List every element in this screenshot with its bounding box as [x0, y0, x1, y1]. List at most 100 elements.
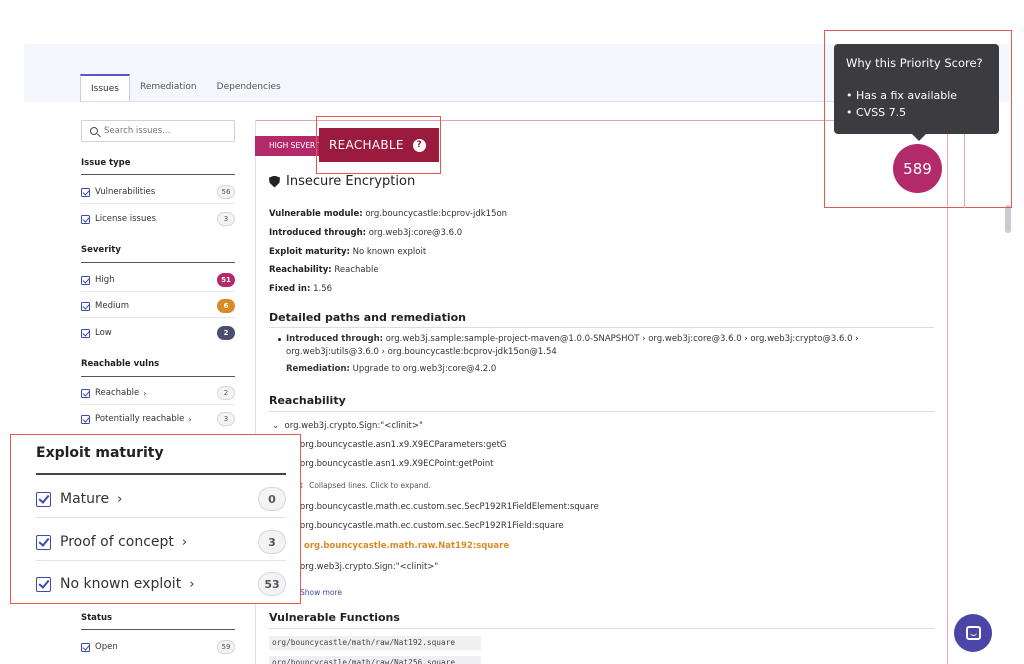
filter-label: Medium: [95, 301, 129, 311]
divider: [81, 317, 235, 318]
call-root[interactable]: ⌄ org.web3j.crypto.Sign:"<clinit>": [272, 421, 423, 431]
filter-label: Vulnerabilities: [95, 187, 156, 197]
meta-introduced-through: Introduced through: org.web3j:core@3.6.0: [269, 228, 463, 238]
call-line: org.web3j.crypto.Sign:"<clinit>": [300, 562, 439, 572]
checkbox[interactable]: [81, 275, 90, 285]
divider: [81, 174, 235, 175]
filter-low[interactable]: Low 2: [81, 325, 235, 341]
section-title-paths: Detailed paths and remediation: [269, 311, 466, 324]
divider: [36, 560, 286, 561]
chevron-right-icon: ›: [189, 576, 195, 592]
shield-icon: [269, 175, 280, 188]
tooltip-title: Why this Priority Score?: [846, 56, 983, 70]
filter-label: No known exploit: [60, 576, 182, 592]
filter-label: Low: [95, 328, 112, 338]
filter-label: Reachable: [95, 388, 140, 398]
priority-score-badge[interactable]: 589: [893, 144, 942, 193]
count-badge: 59: [217, 640, 235, 654]
chevron-right-icon: ›: [188, 414, 192, 424]
count-badge: 2: [217, 386, 235, 400]
checkbox[interactable]: [81, 642, 90, 652]
count-badge: 6: [217, 299, 235, 313]
call-line: org.bouncycastle.math.ec.custom.sec.SecP…: [300, 502, 599, 512]
call-line: org.bouncycastle.asn1.x9.X9ECPoint:getPo…: [300, 459, 494, 469]
tab-bar: Issues Remediation Dependencies: [80, 74, 291, 102]
count-badge: 53: [258, 572, 286, 596]
divider: [269, 628, 934, 629]
tooltip-item: • CVSS 7.5: [846, 106, 907, 119]
remediation-line: Remediation: Upgrade to org.web3j:core@4…: [286, 364, 497, 374]
chevron-right-icon: ›: [181, 534, 188, 550]
checkbox[interactable]: [36, 491, 51, 507]
filter-proof-of-concept[interactable]: Proof of concept › 3: [36, 524, 286, 560]
checkbox[interactable]: [81, 388, 90, 398]
divider: [269, 411, 934, 412]
call-line: org.bouncycastle.asn1.x9.X9ECParameters:…: [300, 440, 507, 450]
help-icon[interactable]: ?: [412, 138, 426, 152]
filter-reachable[interactable]: Reachable › 2: [81, 385, 235, 401]
filter-medium[interactable]: Medium 6: [81, 298, 235, 314]
filter-title-exploit-maturity: Exploit maturity: [36, 445, 164, 461]
chat-icon: [965, 626, 981, 640]
checkbox[interactable]: [36, 534, 51, 550]
reachable-label: REACHABLE: [329, 138, 404, 152]
issue-title: Insecure Encryption: [269, 174, 415, 189]
filter-label: Potentially reachable: [95, 414, 185, 424]
divider: [81, 262, 235, 263]
tab-dependencies[interactable]: Dependencies: [207, 74, 291, 102]
call-line: org.bouncycastle.math.ec.custom.sec.SecP…: [300, 521, 564, 531]
divider: [81, 291, 235, 292]
issue-title-text: Insecure Encryption: [286, 174, 416, 189]
checkbox[interactable]: [81, 301, 90, 311]
divider: [36, 517, 286, 518]
call-line-vulnerable: org.bouncycastle.math.raw.Nat192:square: [304, 541, 510, 551]
section-title-reachability: Reachability: [269, 394, 346, 407]
filter-label: Proof of concept: [60, 534, 174, 550]
reachable-badge: REACHABLE ?: [319, 128, 439, 162]
filter-title-issue-type: Issue type: [81, 158, 131, 168]
function-item: org/bouncycastle/math/raw/Nat256.square: [269, 656, 481, 664]
filter-vulnerabilities[interactable]: Vulnerabilities 56: [81, 184, 235, 200]
tab-remediation[interactable]: Remediation: [130, 74, 207, 102]
chevron-right-icon: ›: [117, 491, 123, 507]
chevron-down-icon: ⌄: [272, 421, 280, 431]
exploit-maturity-zoom: Exploit maturity Mature › 0 Proof of con…: [10, 434, 301, 604]
chevron-right-icon: ›: [143, 388, 147, 398]
collapsed-lines-toggle[interactable]: ⇕ Collapsed lines. Click to expand.: [298, 481, 431, 490]
filter-mature[interactable]: Mature › 0: [36, 481, 286, 517]
scrollbar[interactable]: [1005, 205, 1011, 233]
filter-no-known-exploit[interactable]: No known exploit › 53: [36, 566, 286, 602]
divider: [81, 404, 235, 405]
filter-title-reachable: Reachable vulns: [81, 359, 160, 369]
path-line-1: Introduced through: org.web3j.sample:sam…: [286, 334, 859, 344]
function-item: org/bouncycastle/math/raw/Nat192.square: [269, 636, 481, 650]
checkbox[interactable]: [81, 328, 90, 338]
filter-high[interactable]: High 51: [81, 272, 235, 288]
divider: [81, 203, 235, 204]
checkbox[interactable]: [36, 576, 51, 592]
checkbox[interactable]: [81, 214, 90, 224]
divider: [36, 473, 286, 475]
severity-badge: HIGH SEVERITY: [255, 136, 321, 156]
filter-potentially-reachable[interactable]: Potentially reachable › 3: [81, 411, 235, 427]
chat-button[interactable]: [954, 614, 992, 652]
filter-title-severity: Severity: [81, 245, 121, 255]
count-badge: 51: [217, 273, 235, 287]
divider: [81, 376, 235, 377]
filter-license-issues[interactable]: License issues 3: [81, 211, 235, 227]
checkbox[interactable]: [81, 414, 90, 424]
search-placeholder: Search issues...: [104, 126, 171, 136]
count-badge: 3: [217, 212, 235, 226]
filter-label: Open: [95, 642, 118, 652]
priority-tooltip: Why this Priority Score? • Has a fix ava…: [834, 44, 999, 141]
meta-exploit-maturity: Exploit maturity: No known exploit: [269, 247, 427, 257]
show-more-link[interactable]: Show more: [300, 588, 342, 597]
checkbox[interactable]: [81, 187, 90, 197]
filter-open[interactable]: Open 59: [81, 639, 235, 655]
tab-issues[interactable]: Issues: [80, 74, 130, 102]
search-input[interactable]: Search issues...: [81, 120, 235, 142]
section-title-functions: Vulnerable Functions: [269, 611, 400, 624]
filter-label: High: [95, 275, 115, 285]
count-badge: 56: [217, 185, 235, 199]
search-icon: [90, 127, 98, 135]
